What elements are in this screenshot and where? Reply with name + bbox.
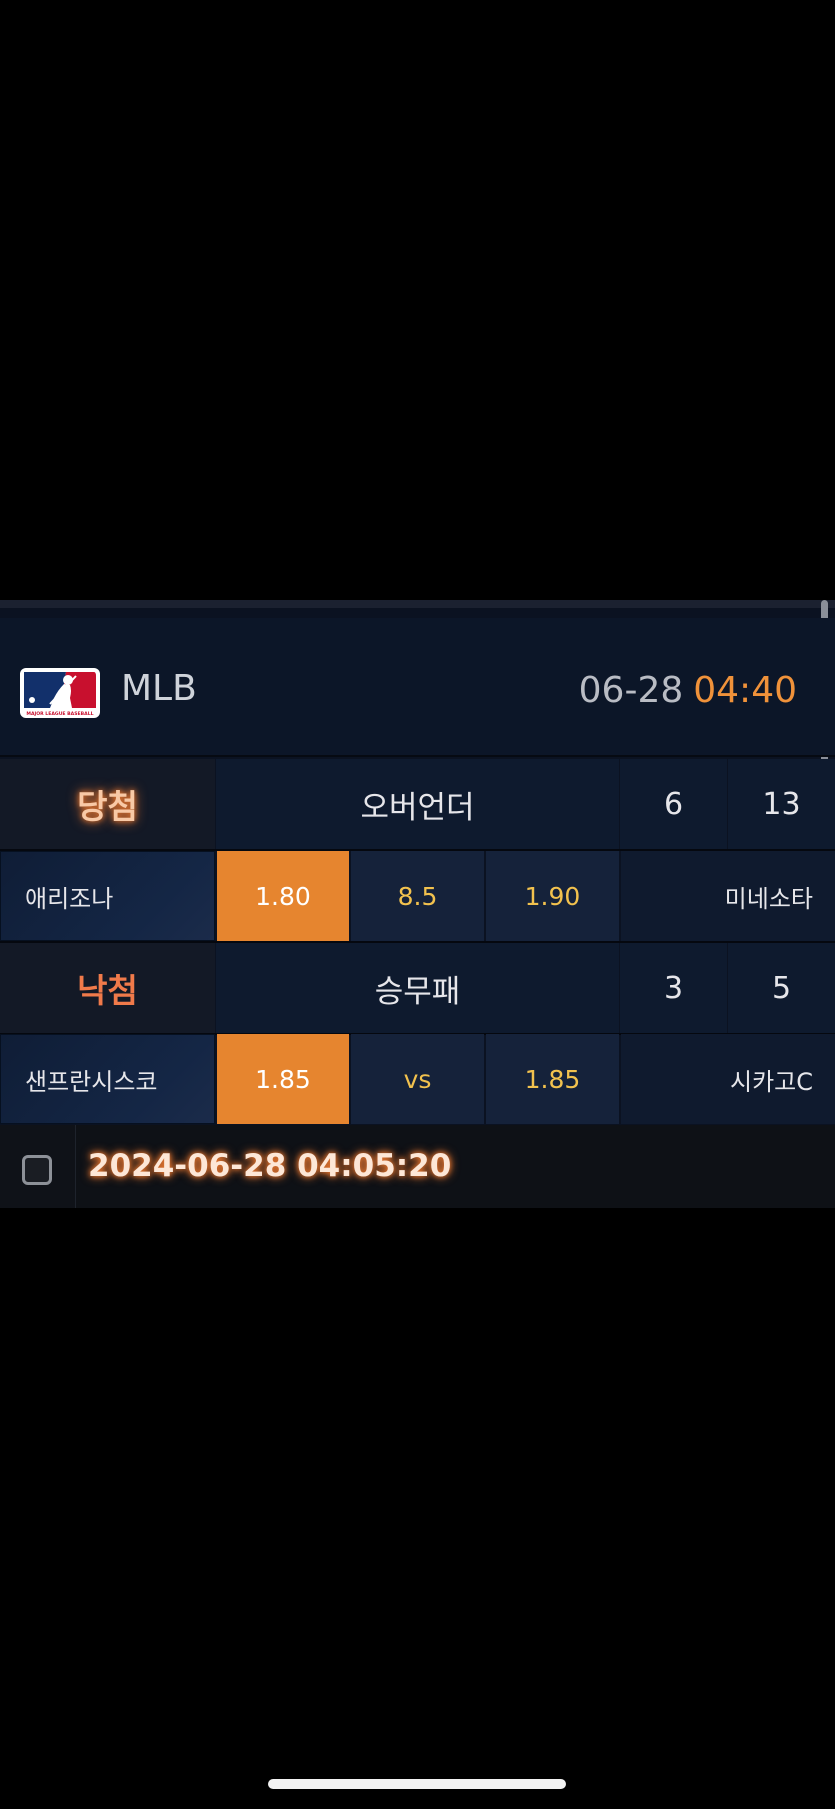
market-type: 오버언더 [216, 759, 619, 849]
odds-away[interactable]: 1.90 [486, 851, 619, 941]
game-datetime: 06-28 04:40 [579, 670, 797, 712]
mlb-logo-icon: MAJOR LEAGUE BASEBALL [20, 668, 100, 718]
market-number-2: 13 [728, 759, 835, 849]
vs-label: vs [351, 1034, 484, 1124]
bet-market-row: 당첨 오버언더 6 13 [0, 759, 835, 849]
odds-home-selected[interactable]: 1.85 [217, 1034, 349, 1124]
game-header: MAJOR LEAGUE BASEBALL MLB 06-28 04:40 [0, 618, 835, 757]
bet-slip-footer: 2024-06-28 04:05:20 [0, 1125, 835, 1208]
handicap-line[interactable]: 8.5 [351, 851, 484, 941]
bet-market-row: 낙첨 승무패 3 5 [0, 943, 835, 1033]
away-team: 미네소타 [621, 851, 835, 941]
market-number-1: 3 [620, 943, 727, 1033]
panel-top-strip [0, 600, 835, 608]
market-number-1: 6 [620, 759, 727, 849]
game-date: 06-28 [578, 670, 684, 711]
odds-home-selected[interactable]: 1.80 [217, 851, 349, 941]
odds-away[interactable]: 1.85 [486, 1034, 619, 1124]
home-team: 애리조나 [0, 851, 215, 941]
game-time: 04:40 [693, 670, 797, 711]
logo-text: MAJOR LEAGUE BASEBALL [26, 711, 93, 717]
bet-timestamp: 2024-06-28 04:05:20 [88, 1148, 452, 1184]
home-team: 샌프란시스코 [0, 1034, 215, 1124]
market-type: 승무패 [216, 943, 619, 1033]
select-checkbox[interactable] [22, 1155, 52, 1185]
away-team: 시카고C [621, 1034, 835, 1124]
bet-status-won: 당첨 [0, 759, 215, 849]
bet-odds-row: 샌프란시스코 1.85 vs 1.85 시카고C [0, 1034, 835, 1124]
market-number-2: 5 [728, 943, 835, 1033]
bet-odds-row: 애리조나 1.80 8.5 1.90 미네소타 [0, 851, 835, 941]
league-name: MLB [121, 668, 197, 709]
bet-status-lost: 낙첨 [0, 943, 215, 1033]
bet-slip-panel: MAJOR LEAGUE BASEBALL MLB 06-28 04:40 당첨 … [0, 600, 835, 1208]
select-cell [0, 1125, 76, 1208]
home-indicator[interactable] [268, 1779, 566, 1789]
